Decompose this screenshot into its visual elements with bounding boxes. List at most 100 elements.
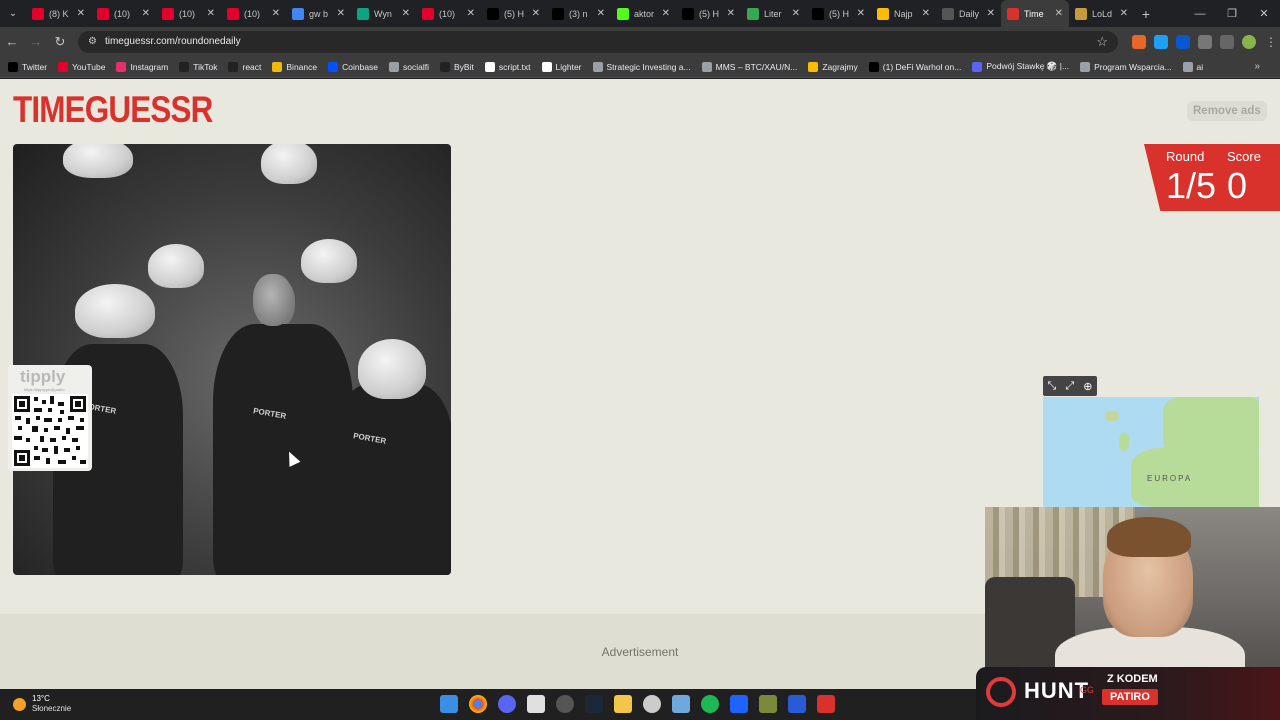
browser-tab[interactable]: (10) ✕ (91, 0, 156, 27)
extensions-puzzle-icon[interactable] (1198, 34, 1212, 49)
remove-ads-button[interactable]: Remove ads (1187, 101, 1267, 121)
bookmark-item[interactable]: Strategic Investing a... (592, 61, 691, 72)
browser-tab[interactable]: Wyn ✕ (351, 0, 416, 27)
site-info-icon[interactable]: ⚙ (88, 36, 97, 47)
bookmark-item[interactable]: MMS – BTC/XAU/N... (701, 61, 797, 72)
browser-tab[interactable]: (5) H ✕ (806, 0, 871, 27)
bookmark-item[interactable]: Program Wsparcia... (1080, 61, 1172, 72)
menu-dots-icon[interactable]: ⋮ (1264, 35, 1278, 49)
restore-icon[interactable]: ❐ (1216, 7, 1248, 20)
reload-icon[interactable]: ↻ (48, 34, 72, 50)
spotify-icon[interactable] (701, 695, 719, 713)
close-tab-icon[interactable]: ✕ (597, 8, 605, 19)
bookmark-item[interactable]: (1) DeFi Warhol on... (868, 61, 962, 72)
bookmark-item[interactable]: react (228, 61, 261, 72)
tab-title: Daily (959, 8, 980, 19)
browser-tab[interactable]: (10) ✕ (416, 0, 481, 27)
chrome-icon[interactable] (469, 695, 487, 713)
app-icon[interactable] (788, 695, 806, 713)
bookmark-label: TikTok (193, 61, 218, 72)
round-photo[interactable]: PORTER PORTER PORTER (13, 144, 451, 575)
browser-tab[interactable]: gw b ✕ (286, 0, 351, 27)
ccleaner-icon[interactable] (643, 695, 661, 713)
bookmarks-overflow-icon[interactable]: » (1254, 61, 1260, 72)
close-tab-icon[interactable]: ✕ (922, 8, 930, 19)
browser-tab[interactable]: (10) ✕ (221, 0, 286, 27)
weather-widget[interactable]: 13°C Słonecznie (13, 694, 71, 714)
close-tab-icon[interactable]: ✕ (727, 8, 735, 19)
url-text[interactable]: timeguessr.com/roundonedaily (105, 36, 1088, 47)
close-tab-icon[interactable]: ✕ (207, 8, 215, 19)
bookmark-item[interactable]: ai (1182, 61, 1203, 72)
bookmark-item[interactable]: Binance (272, 61, 317, 72)
close-tab-icon[interactable]: ✕ (987, 8, 995, 19)
bookmark-item[interactable]: Instagram (116, 61, 168, 72)
tab-search-icon[interactable]: ⌄ (0, 0, 26, 27)
map-shrink-icon[interactable]: ⤢ (1065, 380, 1074, 393)
close-tab-icon[interactable]: ✕ (272, 8, 280, 19)
browser-tab[interactable]: Najp ✕ (871, 0, 936, 27)
steam-icon[interactable] (585, 695, 603, 713)
close-tab-icon[interactable]: ✕ (792, 8, 800, 19)
windows-start-icon[interactable] (440, 695, 458, 713)
forward-icon[interactable]: → (24, 34, 48, 49)
close-tab-icon[interactable]: ✕ (1055, 8, 1063, 19)
map-expand-icon[interactable]: ⤡ (1048, 380, 1057, 393)
close-tab-icon[interactable]: ✕ (402, 8, 410, 19)
extension-translate-icon[interactable] (1176, 34, 1190, 49)
close-tab-icon[interactable]: ✕ (142, 8, 150, 19)
bookmark-item[interactable]: ByBit (440, 61, 474, 72)
bookmark-item[interactable]: Podwój Stawkę 🎲 |... (972, 61, 1069, 72)
close-tab-icon[interactable]: ✕ (337, 8, 345, 19)
browser-tab[interactable]: LoLd ✕ (1069, 0, 1134, 27)
app-icon[interactable] (817, 695, 835, 713)
guess-map[interactable]: EUROPA (1043, 397, 1259, 507)
profile-avatar[interactable] (1242, 34, 1256, 49)
browser-tab[interactable]: Liter ✕ (741, 0, 806, 27)
bookmark-item[interactable]: YouTube (58, 61, 105, 72)
discord-icon[interactable] (498, 695, 516, 713)
tipply-widget[interactable]: tipply https://tipply.pl/@patiro (8, 365, 92, 471)
browser-tab[interactable]: (5) H ✕ (481, 0, 546, 27)
browser-tab[interactable]: Daily ✕ (936, 0, 1001, 27)
bookmark-item[interactable]: Lighter (541, 61, 582, 72)
app-icon[interactable] (527, 695, 545, 713)
folder-icon[interactable] (614, 695, 632, 713)
omnibox[interactable]: ⚙ timeguessr.com/roundonedaily ☆ (78, 30, 1118, 53)
close-tab-icon[interactable]: ✕ (1120, 8, 1128, 19)
browser-tab[interactable]: aktor ✕ (611, 0, 676, 27)
map-pin-icon[interactable]: ⊕ (1083, 380, 1092, 393)
timeguessr-logo[interactable]: TIMEGUESSR (13, 89, 213, 131)
bookmark-item[interactable]: script.txt (484, 61, 531, 72)
browser-tab[interactable]: (5) H ✕ (676, 0, 741, 27)
browser-tab[interactable]: (8) K ✕ (26, 0, 91, 27)
weather-description: Słonecznie (32, 704, 72, 713)
close-window-icon[interactable]: ✕ (1248, 7, 1280, 20)
browser-tab[interactable]: (10) ✕ (156, 0, 221, 27)
bookmark-item[interactable]: socialfi (389, 61, 429, 72)
app-icon[interactable] (759, 695, 777, 713)
browser-tab[interactable]: Time ✕ (1001, 0, 1069, 27)
bookmark-item[interactable]: Coinbase (328, 61, 378, 72)
bookmark-item[interactable]: Zagrajmy (808, 61, 858, 72)
close-tab-icon[interactable]: ✕ (662, 8, 670, 19)
back-icon[interactable]: ← (0, 34, 24, 49)
close-tab-icon[interactable]: ✕ (467, 8, 475, 19)
extension-fox-icon[interactable] (1132, 34, 1146, 49)
bookmark-star-icon[interactable]: ☆ (1096, 34, 1108, 50)
new-tab-button[interactable]: + (1134, 6, 1158, 22)
minimize-icon[interactable]: — (1184, 8, 1216, 20)
bookmark-item[interactable]: Twitter (8, 61, 47, 72)
app-icon[interactable] (672, 695, 690, 713)
close-tab-icon[interactable]: ✕ (532, 8, 540, 19)
bookmark-item[interactable]: TikTok (179, 61, 218, 72)
close-tab-icon[interactable]: ✕ (857, 8, 865, 19)
close-tab-icon[interactable]: ✕ (77, 8, 85, 19)
bookmark-label: ByBit (454, 61, 474, 72)
bookmark-label: (1) DeFi Warhol on... (882, 61, 962, 72)
extension-blue-icon[interactable] (1154, 34, 1168, 49)
sidepanel-icon[interactable] (1220, 34, 1234, 49)
app-icon[interactable] (730, 695, 748, 713)
app-icon[interactable] (556, 695, 574, 713)
browser-tab[interactable]: (3) n ✕ (546, 0, 611, 27)
